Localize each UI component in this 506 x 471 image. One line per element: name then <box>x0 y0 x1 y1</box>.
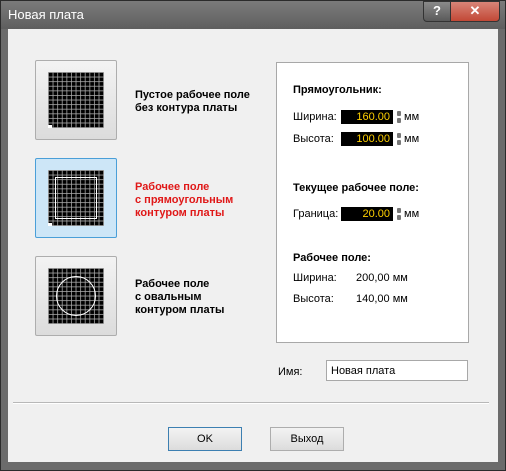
oval-contour-option-button[interactable] <box>35 256 117 336</box>
dialog-content: Пустое рабочее поле без контура платы Ра… <box>8 29 498 462</box>
rect-height-field[interactable]: 100.00 <box>341 132 393 146</box>
rect-contour-grid-icon <box>48 170 104 226</box>
border-label: Граница: <box>293 208 339 220</box>
help-button[interactable]: ? <box>423 1 451 22</box>
new-board-dialog: Новая плата ? ✕ Пустое рабочее поле без … <box>0 0 506 471</box>
empty-field-option-button[interactable] <box>35 60 117 140</box>
close-icon: ✕ <box>469 3 481 18</box>
origin-marker-icon <box>48 223 52 226</box>
rect-width-field[interactable]: 160.00 <box>341 110 393 124</box>
rect-width-unit: мм <box>404 111 420 123</box>
ok-button[interactable]: OK <box>168 427 242 451</box>
origin-marker-icon <box>48 125 52 128</box>
rect-width-spinner-icon[interactable] <box>397 111 401 123</box>
divider <box>13 402 489 404</box>
title-bar[interactable]: Новая плата ? ✕ <box>1 1 505 29</box>
window-title: Новая плата <box>8 7 84 22</box>
rect-section-title: Прямоугольник: <box>293 84 382 96</box>
work-height-label: Высота: <box>293 293 334 305</box>
rect-height-label: Высота: <box>293 133 334 145</box>
oval-contour-grid-icon <box>48 268 104 324</box>
border-unit: мм <box>404 208 420 220</box>
work-height-value: 140,00 мм <box>356 293 408 305</box>
rect-height-unit: мм <box>404 133 420 145</box>
rect-height-spinner-icon[interactable] <box>397 133 401 145</box>
name-label: Имя: <box>278 366 303 378</box>
parameters-panel: Прямоугольник: Ширина: 160.00 мм Высота:… <box>276 62 469 343</box>
empty-field-option-label: Пустое рабочее поле без контура платы <box>135 89 250 114</box>
rect-contour-icon <box>55 177 97 219</box>
work-width-label: Ширина: <box>293 272 337 284</box>
exit-button[interactable]: Выход <box>270 427 344 451</box>
work-width-value: 200,00 мм <box>356 272 408 284</box>
border-spinner-icon[interactable] <box>397 208 401 220</box>
close-button[interactable]: ✕ <box>450 1 500 22</box>
empty-grid-icon <box>48 72 104 128</box>
rect-width-label: Ширина: <box>293 111 337 123</box>
rect-contour-option-button[interactable] <box>35 158 117 238</box>
name-input[interactable] <box>326 360 468 381</box>
current-section-title: Текущее рабочее поле: <box>293 182 419 194</box>
oval-contour-icon <box>56 276 96 316</box>
oval-contour-option-label: Рабочее поле с овальным контуром платы <box>135 278 225 316</box>
border-field[interactable]: 20.00 <box>341 207 393 221</box>
rect-contour-option-label: Рабочее поле с прямоугольным контуром пл… <box>135 181 234 219</box>
work-section-title: Рабочее поле: <box>293 252 371 264</box>
